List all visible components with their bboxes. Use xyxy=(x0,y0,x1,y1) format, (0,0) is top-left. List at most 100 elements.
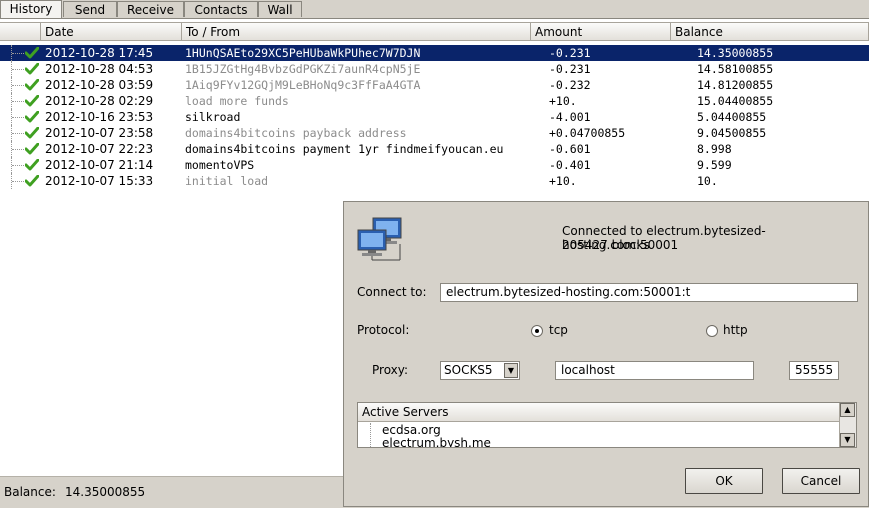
tab-receive[interactable]: Receive xyxy=(117,1,184,17)
chevron-down-icon[interactable]: ▼ xyxy=(504,363,518,378)
servers-scrollbar[interactable]: ▲ ▼ xyxy=(839,403,856,447)
proxy-type-value: SOCKS5 xyxy=(444,363,493,377)
row-to-from: 1Aiq9FYv12GQjM9LeBHoNq9c3FfFaA4GTA xyxy=(185,78,421,92)
row-date: 2012-10-16 23:53 xyxy=(45,110,154,124)
tab-contacts[interactable]: Contacts xyxy=(184,1,258,17)
check-icon xyxy=(25,143,39,155)
table-row[interactable]: 2012-10-28 17:45 1HUnQSAEto29XC5PeHUbaWkP… xyxy=(0,45,869,61)
row-to-from: domains4bitcoins payment 1yr findmeifyou… xyxy=(185,142,504,156)
tree-line xyxy=(370,423,381,447)
ok-button[interactable]: OK xyxy=(685,468,763,494)
row-amount: +0.04700855 xyxy=(549,126,626,140)
row-to-from: momentoVPS xyxy=(185,158,255,172)
radio-tcp-label: tcp xyxy=(549,323,568,337)
column-header-to-from[interactable]: To / From xyxy=(182,22,531,41)
tree-line xyxy=(11,109,25,125)
table-row[interactable]: 2012-10-07 15:33 initial load +10. 10. xyxy=(0,173,869,189)
row-date: 2012-10-07 15:33 xyxy=(45,174,154,188)
tree-line xyxy=(11,141,25,157)
tree-line xyxy=(11,157,25,173)
scroll-down-icon[interactable]: ▼ xyxy=(840,433,855,447)
row-balance: 14.35000855 xyxy=(697,46,774,60)
server-input[interactable]: electrum.bytesized-hosting.com:50001:t xyxy=(440,283,858,302)
proxy-host-input[interactable]: localhost xyxy=(555,361,754,380)
row-date: 2012-10-28 17:45 xyxy=(45,46,154,60)
column-header-amount[interactable]: Amount xyxy=(531,22,671,41)
balance-value: 14.35000855 xyxy=(65,485,146,499)
tree-line xyxy=(11,77,25,93)
tree-line xyxy=(11,173,25,189)
check-icon xyxy=(25,159,39,171)
row-to-from: 1B15JZGtHg4BvbzGdPGKZi7aunR4cpN5jE xyxy=(185,62,421,76)
row-balance: 5.04400855 xyxy=(697,110,767,124)
row-balance: 15.04400855 xyxy=(697,94,774,108)
check-icon xyxy=(25,63,39,75)
check-icon xyxy=(25,175,39,187)
radio-http[interactable] xyxy=(706,325,718,337)
row-to-from: silkroad xyxy=(185,110,241,124)
radio-http-label: http xyxy=(723,323,748,337)
table-row[interactable]: 2012-10-16 23:53 silkroad -4.001 5.04400855 xyxy=(0,109,869,125)
table-row[interactable]: 2012-10-28 02:29 load more funds +10. 15.04… xyxy=(0,93,869,109)
row-to-from: initial load xyxy=(185,174,269,188)
row-date: 2012-10-28 03:59 xyxy=(45,78,154,92)
cancel-button[interactable]: Cancel xyxy=(782,468,860,494)
radio-tcp[interactable] xyxy=(531,325,543,337)
tab-history[interactable]: History xyxy=(0,0,62,18)
tab-bar: History Send Receive Contacts Wall xyxy=(0,0,869,18)
check-icon xyxy=(25,127,39,139)
table-row[interactable]: 2012-10-07 22:23 domains4bitcoins payment… xyxy=(0,141,869,157)
row-amount: -0.601 xyxy=(549,142,591,156)
table-row[interactable]: 2012-10-28 04:53 1B15JZGtHg4BvbzGdPGKZi7a… xyxy=(0,61,869,77)
protocol-label: Protocol: xyxy=(357,323,410,337)
balance-label: Balance: xyxy=(4,485,56,499)
tree-line xyxy=(11,125,25,141)
table-header: Date To / From Amount Balance xyxy=(0,22,869,41)
row-amount: -0.231 xyxy=(549,62,591,76)
table-row[interactable]: 2012-10-07 23:58 domains4bitcoins payback… xyxy=(0,125,869,141)
row-balance: 14.81200855 xyxy=(697,78,774,92)
row-date: 2012-10-07 23:58 xyxy=(45,126,154,140)
row-amount: -0.401 xyxy=(549,158,591,172)
row-balance: 9.04500855 xyxy=(697,126,767,140)
active-servers-list[interactable]: Active Servers ecdsa.org electrum.bysh.m… xyxy=(357,402,857,448)
active-servers-header[interactable]: Active Servers xyxy=(358,403,840,422)
block-count: 205427 blocks xyxy=(562,238,650,252)
row-balance: 9.599 xyxy=(697,158,732,172)
row-amount: -4.001 xyxy=(549,110,591,124)
row-to-from: domains4bitcoins payback address xyxy=(185,126,407,140)
row-balance: 8.998 xyxy=(697,142,732,156)
check-icon xyxy=(25,47,39,59)
column-header-balance[interactable]: Balance xyxy=(671,22,869,41)
list-item[interactable]: electrum.bysh.me xyxy=(382,437,491,448)
row-amount: +10. xyxy=(549,174,577,188)
check-icon xyxy=(25,79,39,91)
proxy-label: Proxy: xyxy=(372,363,409,377)
row-date: 2012-10-07 22:23 xyxy=(45,142,154,156)
tree-line xyxy=(11,45,25,61)
row-amount: -0.231 xyxy=(549,46,591,60)
check-icon xyxy=(25,111,39,123)
column-header-date[interactable]: Date xyxy=(41,22,182,41)
row-date: 2012-10-28 04:53 xyxy=(45,62,154,76)
proxy-port-input[interactable]: 55555 xyxy=(789,361,839,380)
tab-wall[interactable]: Wall xyxy=(258,1,302,17)
network-dialog: Connected to electrum.bytesized-hosting.… xyxy=(343,201,869,507)
connect-label: Connect to: xyxy=(357,285,427,299)
column-header-tree[interactable] xyxy=(0,22,41,41)
scroll-up-icon[interactable]: ▲ xyxy=(840,403,855,417)
table-row[interactable]: 2012-10-07 21:14 momentoVPS -0.401 9.599 xyxy=(0,157,869,173)
tree-line xyxy=(11,61,25,77)
row-balance: 10. xyxy=(697,174,718,188)
proxy-type-select[interactable]: SOCKS5 ▼ xyxy=(440,361,520,380)
tab-send[interactable]: Send xyxy=(63,1,117,17)
row-amount: -0.232 xyxy=(549,78,591,92)
row-date: 2012-10-07 21:14 xyxy=(45,158,154,172)
row-date: 2012-10-28 02:29 xyxy=(45,94,154,108)
row-balance: 14.58100855 xyxy=(697,62,774,76)
row-amount: +10. xyxy=(549,94,577,108)
network-icon xyxy=(357,217,402,261)
row-to-from: 1HUnQSAEto29XC5PeHUbaWkPUhec7W7DJN xyxy=(185,46,421,60)
check-icon xyxy=(25,95,39,107)
table-row[interactable]: 2012-10-28 03:59 1Aiq9FYv12GQjM9LeBHoNq9c… xyxy=(0,77,869,93)
